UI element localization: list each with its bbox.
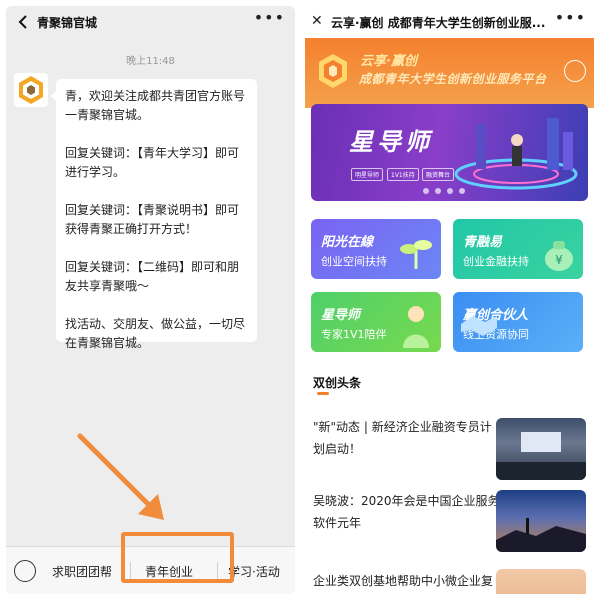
money-bag-icon: ¥ <box>545 241 573 271</box>
card-finance-support[interactable]: 青融易 创业金融扶持 ¥ <box>453 219 583 279</box>
news-thumbnail[interactable] <box>496 418 586 480</box>
chat-title: 青聚锦官城 <box>37 16 98 30</box>
banner-tag: 融资舞台 <box>422 168 455 181</box>
more-dots-icon[interactable]: ••• <box>254 8 285 27</box>
news-title-line: "新"动态 | 新经济企业融资专员计 <box>313 420 492 434</box>
card-star-mentor[interactable]: 星导师 专家1V1陪伴 <box>311 292 441 352</box>
close-icon[interactable]: ✕ <box>311 13 323 29</box>
sprout-icon <box>400 240 432 269</box>
banner-title: 星导师 <box>349 128 433 156</box>
message-line: 回复关键词：【青年大学习】即可 <box>65 146 240 160</box>
card-title: 阳光在線 <box>321 235 374 250</box>
card-subtitle: 创业空间扶持 <box>321 255 387 268</box>
chat-screen: 青聚锦官城 ••• 晚上11:48 青，欢迎关注成都共青团官方账号 一青聚锦官城… <box>6 6 295 594</box>
news-item[interactable]: 企业类双创基地帮助中小微企业复 <box>313 570 503 592</box>
chat-top-bar: 青聚锦官城 ••• <box>6 6 295 38</box>
message-line: 进行学习。 <box>65 165 126 179</box>
logo-icon <box>19 76 43 104</box>
sunset-photo <box>496 518 586 552</box>
news-item[interactable]: "新"动态 | 新经济企业融资专员计 划启动！ <box>313 416 503 460</box>
news-title-line: 企业类双创基地帮助中小微企业复 <box>313 574 494 588</box>
user-icon[interactable] <box>564 60 586 82</box>
menu-item-job-help[interactable]: 求职团团帮 <box>52 563 112 580</box>
card-subtitle: 专家1V1陪伴 <box>321 328 387 341</box>
handshake-icon <box>461 316 497 336</box>
screenshot-composite: 青聚锦官城 ••• 晚上11:48 青，欢迎关注成都共青团官方账号 一青聚锦官城… <box>0 0 600 600</box>
mini-title: 云享·赢创 成都青年大学生创新创业服... <box>331 16 546 30</box>
banner-tag: 明星导师 <box>351 168 384 181</box>
news-title-line: 软件元年 <box>313 516 362 530</box>
svg-text:¥: ¥ <box>555 253 563 267</box>
platform-header: 云享·赢创 成都青年大学生创新创业服务平台 <box>305 38 594 108</box>
person-icon <box>403 306 429 348</box>
message-line: 一青聚锦官城。 <box>65 108 150 122</box>
card-title: 青融易 <box>463 235 503 250</box>
card-subtitle: 创业金融扶持 <box>463 255 529 268</box>
message-line: 找活动、交朋友、做公益，一切尽 <box>65 317 246 331</box>
menu-item-study-activity[interactable]: 学习·活动 <box>228 563 280 580</box>
message-paragraph: 回复关键词：【青年大学习】即可 进行学习。 <box>65 144 249 182</box>
platform-brand-name: 云享·赢创 <box>360 54 417 69</box>
keyboard-icon[interactable] <box>14 560 36 582</box>
section-underline <box>317 392 329 395</box>
card-partner[interactable]: 赢创合伙人 线上资源协同 <box>453 292 583 352</box>
pagination-dot[interactable] <box>447 188 453 194</box>
message-line: 青，欢迎关注成都共青团官方账号 <box>65 89 246 103</box>
pagination-dot[interactable] <box>459 188 465 194</box>
pagination-dot[interactable] <box>435 188 441 194</box>
pagination-dot[interactable] <box>423 188 429 194</box>
welcome-message-bubble: 青，欢迎关注成都共青团官方账号 一青聚锦官城。 回复关键词：【青年大学习】即可 … <box>51 79 257 350</box>
card-title: 星导师 <box>321 308 361 323</box>
more-dots-icon[interactable]: ••• <box>555 8 586 27</box>
message-line: 友共享青聚哦～ <box>65 279 150 293</box>
message-paragraph: 回复关键词：【二维码】即可和朋 友共享青聚哦～ <box>65 258 249 296</box>
message-paragraph: 找活动、交朋友、做公益，一切尽 在青聚锦官城。 <box>65 315 249 353</box>
news-thumbnail[interactable] <box>496 569 586 594</box>
card-sunshine-space[interactable]: 阳光在線 创业空间扶持 <box>311 219 441 279</box>
news-title-line: 划启动！ <box>313 442 362 456</box>
banner-tag: 1V1扶持 <box>387 168 419 181</box>
meeting-photo <box>496 432 586 480</box>
menu-highlight-box <box>121 532 234 583</box>
section-title: 双创头条 <box>313 376 362 390</box>
message-paragraph: 青，欢迎关注成都共青团官方账号 一青聚锦官城。 <box>65 87 249 125</box>
message-paragraph: 回复关键词：【青聚说明书】即可 获得青聚正确打开方式！ <box>65 201 249 239</box>
account-avatar[interactable] <box>14 73 48 107</box>
news-title-line: 吴晓波：2020年会是中国企业服务 <box>313 494 500 508</box>
back-arrow-icon[interactable] <box>14 12 34 32</box>
message-line: 回复关键词：【青聚说明书】即可 <box>65 203 240 217</box>
mini-program-screen: ✕ 云享·赢创 成都青年大学生创新创业服... ••• 云享·赢创 成都青年大学… <box>305 6 594 594</box>
message-timestamp: 晚上11:48 <box>126 56 175 67</box>
message-line: 回复关键词：【二维码】即可和朋 <box>65 260 240 274</box>
news-thumbnail[interactable] <box>496 490 586 552</box>
logo-icon <box>319 54 347 88</box>
pointer-arrow-icon <box>77 433 164 520</box>
banner-star-mentor[interactable]: 星导师 明星导师 1V1扶持 融资舞台 <box>311 104 588 201</box>
message-line: 在青聚锦官城。 <box>65 336 150 350</box>
mini-top-bar: ✕ 云享·赢创 成都青年大学生创新创业服... ••• <box>305 6 594 38</box>
message-line: 获得青聚正确打开方式！ <box>65 222 198 236</box>
platform-subtitle: 成都青年大学生创新创业服务平台 <box>359 72 547 86</box>
news-item[interactable]: 吴晓波：2020年会是中国企业服务 软件元年 <box>313 490 503 534</box>
